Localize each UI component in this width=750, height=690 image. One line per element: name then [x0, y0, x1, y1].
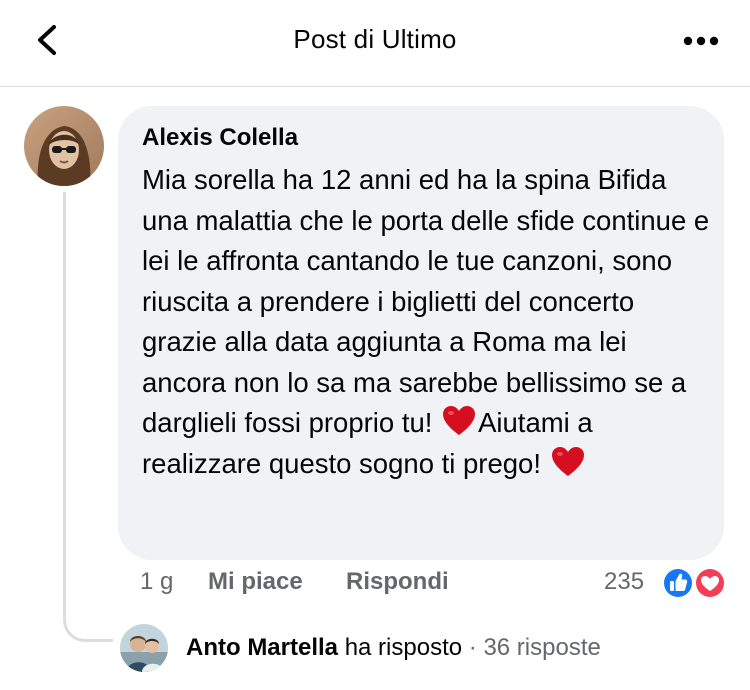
page-title: Post di Ultimo — [293, 24, 457, 54]
reply-separator: · — [468, 634, 477, 661]
commenter-avatar[interactable] — [24, 106, 104, 186]
top-bar: Post di Ultimo — [0, 0, 750, 87]
like-reaction-icon — [662, 567, 694, 599]
love-reaction-icon — [694, 567, 726, 599]
more-horizontal-icon — [683, 36, 719, 46]
thread-connector — [63, 192, 113, 642]
more-options-button[interactable] — [680, 30, 726, 52]
comment-timestamp[interactable]: 1 g — [140, 568, 173, 596]
reply-author-name: Anto Martella — [186, 634, 339, 661]
comment-author[interactable]: Alexis Colella — [142, 124, 298, 152]
reply-button[interactable]: Rispondi — [346, 568, 449, 596]
reply-count: 36 risposte — [483, 634, 601, 661]
reply-verb: ha risposto — [344, 634, 463, 661]
comment-text-part1: Mia sorella ha 12 anni ed ha la spina Bi… — [142, 164, 710, 438]
reaction-icons[interactable] — [660, 566, 730, 600]
comment-text: Mia sorella ha 12 anni ed ha la spina Bi… — [142, 160, 714, 484]
red-heart-icon — [443, 406, 476, 435]
reaction-count[interactable]: 235 — [604, 568, 644, 596]
red-heart-icon — [551, 446, 584, 476]
like-button[interactable]: Mi piace — [208, 568, 303, 596]
reply-author-avatar[interactable] — [120, 624, 168, 672]
view-replies-link[interactable]: Anto Martella ha risposto · 36 risposte — [186, 634, 601, 662]
